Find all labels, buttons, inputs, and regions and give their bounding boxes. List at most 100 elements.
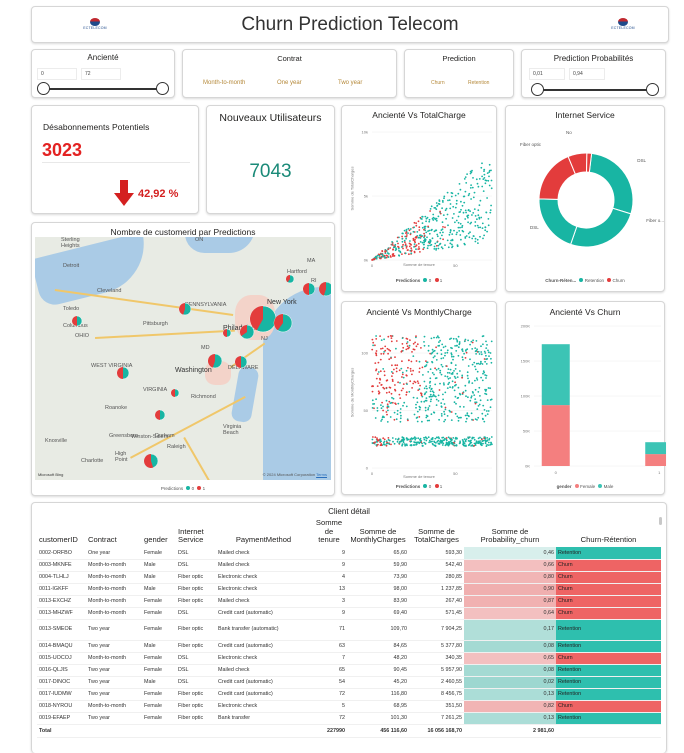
map-bubble[interactable] — [71, 315, 83, 327]
tc-point — [388, 253, 390, 255]
map-bubble[interactable] — [302, 282, 316, 296]
arrow-down-icon — [114, 180, 134, 206]
donut-slice-retention-no[interactable] — [538, 198, 578, 246]
map-bubble[interactable] — [222, 328, 232, 338]
table-row[interactable]: 0002-ORFBO One year Female DSL Mailed check 9… — [37, 547, 661, 560]
map-bubble[interactable] — [285, 274, 295, 284]
mc-point — [429, 400, 432, 403]
tc-point — [413, 221, 416, 224]
prediction-option-churn[interactable]: Churn — [431, 80, 445, 86]
probabilites-slider-min-handle[interactable] — [531, 83, 544, 96]
map-bubble[interactable] — [178, 302, 192, 316]
map-bubble[interactable] — [273, 313, 293, 333]
anciente-slider-min-handle[interactable] — [37, 82, 50, 95]
bar-female-1[interactable] — [645, 454, 666, 466]
mc-point — [425, 416, 428, 419]
tc-y-tick: 5k — [364, 194, 368, 199]
tc-point — [454, 221, 456, 224]
bar-male-1[interactable] — [645, 442, 666, 455]
probabilites-slider-track[interactable] — [538, 89, 652, 91]
mc-point — [478, 353, 481, 355]
mc-point — [486, 344, 488, 346]
anciente-slider-track[interactable] — [44, 88, 162, 90]
mc-point — [414, 438, 417, 441]
table-row[interactable]: 0011-IGKFF Month-to-month Male Fiber optic E… — [37, 583, 661, 596]
cell-contract: Month-to-month — [86, 652, 142, 665]
donut-slice-retention-dsl[interactable] — [588, 152, 634, 215]
table-row[interactable]: 0019-EFAEP Two year Female Fiber optic Bank … — [37, 712, 661, 725]
mc-point — [481, 417, 484, 420]
map-bubble[interactable] — [234, 355, 248, 369]
cell-payment-method: Electronic check — [216, 571, 311, 584]
table-row[interactable]: 0013-MHZWF Month-to-month Female DSL Credit … — [37, 607, 661, 620]
mc-point — [417, 437, 420, 440]
map-terms-link[interactable]: Terms — [316, 472, 327, 477]
table-row[interactable]: 0004-TLHLJ Month-to-month Male Fiber optic E… — [37, 571, 661, 584]
mc-point — [384, 345, 387, 348]
mc-point — [423, 380, 426, 383]
map-canvas[interactable]: Sterling Heights Detroit Cleveland Toled… — [35, 237, 331, 480]
probabilites-slider-max-handle[interactable] — [646, 83, 659, 96]
map-bubble[interactable] — [207, 353, 223, 369]
cell-payment-method: Mailed check — [216, 559, 311, 572]
col-header-tenure[interactable]: Somme de tenure — [311, 518, 347, 547]
bar-female-0[interactable] — [541, 405, 570, 466]
table-row[interactable]: 0003-MKNFE Month-to-month Male DSL Mailed ch… — [37, 559, 661, 572]
mc-point — [451, 386, 454, 388]
bar-male-0[interactable] — [541, 344, 570, 406]
prediction-option-retention[interactable]: Retention — [468, 80, 489, 86]
map-bubble[interactable] — [170, 388, 180, 398]
col-header-total-charges[interactable]: Somme de TotalCharges — [409, 519, 464, 547]
donut-slice-retention-fiber-optic[interactable] — [569, 207, 632, 248]
col-header-probability-churn[interactable]: Somme de Probability_churn — [464, 519, 556, 547]
table-row[interactable]: 0014-BMAQU Two year Male Fiber optic Credit … — [37, 640, 661, 653]
cell-tenure: 4 — [311, 571, 347, 584]
mc-point — [412, 355, 415, 357]
mc-point — [489, 352, 492, 354]
table-row[interactable]: 0017-DINOC Two year Male DSL Credit card (au… — [37, 676, 661, 689]
contrat-option-two-year[interactable]: Two year — [338, 80, 362, 86]
map-bubble[interactable] — [239, 324, 255, 340]
mc-point — [442, 357, 445, 359]
donut-slice-churn-fiber-optic[interactable] — [538, 155, 576, 200]
mc-point — [454, 395, 457, 398]
col-header-customerid[interactable]: customerID — [37, 519, 86, 547]
contrat-option-month-to-month[interactable]: Month-to-month — [203, 80, 245, 86]
col-header-contract[interactable]: Contract — [86, 519, 142, 547]
contrat-option-one-year[interactable]: One year — [277, 80, 302, 86]
mc-point — [377, 361, 380, 364]
tc-point — [442, 226, 444, 228]
tc-point — [436, 233, 439, 236]
map-bubble[interactable] — [116, 366, 130, 380]
table-row[interactable]: 0013-EXCHZ Month-to-month Female Fiber opti… — [37, 595, 661, 608]
mc-point — [389, 402, 392, 404]
probabilites-max-input[interactable]: 0,94 — [569, 68, 605, 80]
anciente-min-input[interactable]: 0 — [37, 68, 77, 80]
mc-point — [403, 443, 406, 445]
tc-point — [449, 242, 452, 245]
col-header-internet-service[interactable]: Internet Service — [176, 519, 216, 547]
mc-point — [429, 385, 432, 387]
mc-point — [379, 358, 382, 361]
probabilites-min-input[interactable]: 0,01 — [529, 68, 565, 80]
col-header-gender[interactable]: gender — [142, 519, 176, 547]
table-row[interactable]: 0013-SMEOE Two year Female Fiber optic Bank … — [37, 619, 661, 641]
anciente-max-input[interactable]: 72 — [81, 68, 121, 80]
table-row[interactable]: 0015-UOCOJ Month-to-month Female DSL Electro… — [37, 652, 661, 665]
map-bubble[interactable] — [249, 305, 277, 333]
nouveaux-kpi-card: Nouveaux Utilisateurs 7043 — [206, 105, 335, 214]
col-header-churn-retention[interactable]: Churn-Rétention — [556, 519, 661, 547]
map-bubble[interactable] — [154, 409, 166, 421]
col-header-monthly-charges[interactable]: Somme de MonthlyCharges — [347, 519, 409, 547]
mc-point — [386, 406, 389, 409]
col-header-payment-method[interactable]: PaymentMethod — [216, 519, 311, 547]
table-row[interactable]: 0018-NYROU Month-to-month Female Fiber opti… — [37, 700, 661, 713]
anciente-slider-max-handle[interactable] — [156, 82, 169, 95]
table-row[interactable]: 0017-IUDMW Two year Female Fiber optic Credi… — [37, 688, 661, 701]
tc-point — [437, 244, 440, 247]
mc-point — [450, 362, 453, 365]
map-bubble[interactable] — [318, 281, 331, 297]
mc-point — [416, 343, 419, 346]
table-row[interactable]: 0016-QLJIS Two year Female DSL Mailed check 6… — [37, 664, 661, 677]
map-bubble[interactable] — [143, 453, 159, 469]
